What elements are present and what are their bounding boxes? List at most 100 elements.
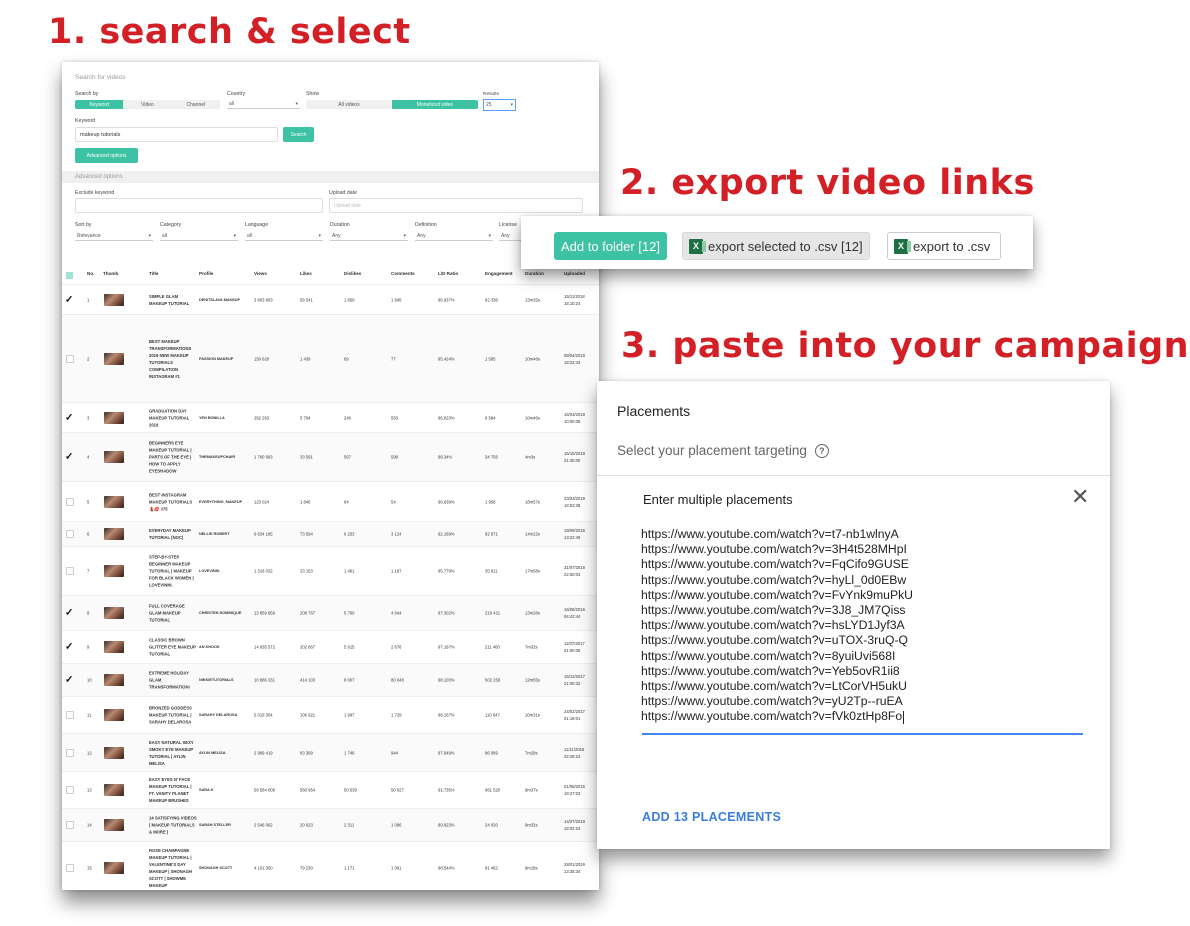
video-title[interactable]: CLASSIC BROWN GLITTER EYE MAKEUP TUTORIA…	[149, 637, 197, 658]
show-all-videos[interactable]: All videos	[306, 100, 392, 109]
col-likes[interactable]: Likes	[300, 271, 312, 276]
video-thumbnail[interactable]	[104, 862, 124, 874]
video-title[interactable]: SIMPLE GLAM MAKEUP TUTORIAL	[149, 293, 197, 307]
video-title[interactable]: BEGINNERS EYE MAKEUP TUTORIAL | PARTS OF…	[149, 440, 197, 475]
checkmark-icon[interactable]: ✓	[65, 294, 73, 305]
video-thumbnail[interactable]	[104, 819, 124, 831]
table-row[interactable]: 12 EASY NATURAL SEXY SMOKY EYE MAKEUP TUT…	[62, 734, 599, 772]
video-profile[interactable]: NELLIE ROBERT	[199, 532, 230, 536]
video-title[interactable]: GRADUATION DAY MAKEUP TUTORIAL 2019	[149, 407, 197, 428]
video-profile[interactable]: YEN BONILLA	[199, 416, 225, 420]
checkmark-icon[interactable]: ✓	[65, 412, 73, 423]
sort-by-select[interactable]: Relevance	[75, 232, 153, 241]
video-profile[interactable]: CHRISTEN DOMINIQUE	[199, 611, 241, 615]
video-profile[interactable]: PASSION MAKEUP	[199, 357, 233, 361]
video-title[interactable]: EASY NATURAL SEXY SMOKY EYE MAKEUP TUTOR…	[149, 739, 197, 767]
checkmark-icon[interactable]: ✓	[65, 642, 73, 653]
add-to-folder-button[interactable]: Add to folder [12]	[554, 232, 667, 260]
video-thumbnail[interactable]	[104, 746, 124, 759]
table-row[interactable]: 11 BRONZED GODDESS MAKEUP TUTORIAL | SARA…	[62, 697, 599, 734]
video-profile[interactable]: EVERYTHING_MAKEUP	[199, 500, 242, 504]
table-row[interactable]: ✓ 10 EXTREME HOLIDAY GLAM TRANSFORMATION! N…	[62, 664, 599, 697]
video-title[interactable]: STEP-BY-STEP BEGINNER MAKEUP TUTORIAL | …	[149, 554, 197, 589]
table-row[interactable]: ✓ 8 FULL COVERAGE GLAM MAKEUP TUTORIAL CHRI…	[62, 596, 599, 631]
video-title[interactable]: ROSE CHAMPAGNE MAKEUP TUTORIAL | VALENTI…	[149, 847, 197, 889]
duration-select[interactable]: Any	[330, 232, 408, 241]
row-checkbox[interactable]	[66, 864, 74, 872]
export-all-button[interactable]: X export to .csv	[887, 232, 1001, 260]
placements-textarea[interactable]: https://www.youtube.com/watch?v=t7-nb1wl…	[641, 527, 1081, 725]
checkmark-icon[interactable]: ✓	[65, 608, 73, 619]
video-title[interactable]: EASY EYES N' FACE MAKEUP TUTORIAL | FT. …	[149, 776, 197, 804]
video-title[interactable]: BRONZED GODDESS MAKEUP TUTORIAL | SARAHY…	[149, 705, 197, 726]
table-row[interactable]: ✓ 3 GRADUATION DAY MAKEUP TUTORIAL 2019 YEN…	[62, 403, 599, 433]
video-profile[interactable]: THEMAKEUPCHAIR	[199, 455, 235, 459]
col-profile[interactable]: Profile	[199, 271, 213, 276]
keyword-input[interactable]: makeup tutorials	[75, 127, 278, 142]
search-by-channel[interactable]: Channel	[172, 100, 220, 109]
row-checkbox[interactable]	[66, 786, 74, 794]
col-engagement[interactable]: Engagement	[485, 271, 513, 276]
show-monetized-video[interactable]: Monetized video	[392, 100, 478, 109]
language-select[interactable]: all	[245, 232, 323, 241]
col-duration[interactable]: Duration	[525, 271, 544, 276]
export-selected-button[interactable]: X export selected to .csv [12]	[682, 232, 870, 260]
video-thumbnail[interactable]	[104, 709, 124, 721]
row-checkbox[interactable]	[66, 530, 74, 538]
col-uploaded[interactable]: Uploaded	[564, 271, 585, 276]
table-row[interactable]: 5 BEST INSTAGRAM MAKEUP TUTORIALS 💄💋 #75 E…	[62, 482, 599, 522]
video-thumbnail[interactable]	[104, 528, 124, 540]
video-title[interactable]: EVERYDAY MAKEUP TUTORIAL (NOC)	[149, 527, 197, 541]
video-thumbnail[interactable]	[104, 293, 124, 306]
col-ld-ratio[interactable]: L/D Ratio	[438, 271, 458, 276]
col-views[interactable]: Views	[254, 271, 267, 276]
video-profile[interactable]: SARAH STELLER	[199, 823, 231, 827]
video-thumbnail[interactable]	[104, 641, 124, 653]
row-checkbox[interactable]	[66, 567, 74, 575]
close-icon[interactable]: ✕	[1071, 486, 1089, 508]
help-icon[interactable]: ?	[814, 443, 829, 458]
definition-select[interactable]: Any	[415, 232, 493, 241]
col-no[interactable]: No.	[87, 271, 94, 276]
video-title[interactable]: 14 SATISFYING VIDEOS ( MAKEUP TUTORIALS …	[149, 815, 197, 836]
video-thumbnail[interactable]	[104, 674, 124, 686]
col-thumb[interactable]: Thumb	[103, 271, 118, 276]
select-all-checkbox[interactable]	[66, 272, 73, 279]
table-row[interactable]: ✓ 9 CLASSIC BROWN GLITTER EYE MAKEUP TUTOR…	[62, 631, 599, 664]
table-row[interactable]: ✓ 4 BEGINNERS EYE MAKEUP TUTORIAL | PARTS …	[62, 433, 599, 482]
video-profile[interactable]: AYLIN MELISA	[199, 751, 225, 755]
col-comments[interactable]: Comments	[391, 271, 415, 276]
video-thumbnail[interactable]	[104, 411, 124, 424]
country-select[interactable]: all	[227, 100, 300, 109]
category-select[interactable]: all	[160, 232, 238, 241]
advanced-options-button[interactable]: Advanced options	[75, 148, 138, 163]
col-dislikes[interactable]: Dislikes	[344, 271, 361, 276]
add-placements-button[interactable]: ADD 13 PLACEMENTS	[642, 810, 781, 824]
video-profile[interactable]: SHONAGH SCOTT	[199, 866, 232, 870]
video-thumbnail[interactable]	[104, 352, 124, 365]
results-select[interactable]: 25	[483, 99, 516, 111]
video-thumbnail[interactable]	[104, 565, 124, 577]
video-title[interactable]: EXTREME HOLIDAY GLAM TRANSFORMATION!	[149, 670, 197, 691]
row-checkbox[interactable]	[66, 748, 74, 757]
table-row[interactable]: 13 EASY EYES N' FACE MAKEUP TUTORIAL | FT…	[62, 772, 599, 809]
row-checkbox[interactable]	[66, 354, 74, 363]
video-profile[interactable]: AN KNOOK	[199, 645, 220, 649]
search-by-video[interactable]: Video	[123, 100, 171, 109]
search-button[interactable]: Search	[283, 127, 314, 142]
video-thumbnail[interactable]	[104, 784, 124, 796]
video-profile[interactable]: NIKKIETUTORIALS	[199, 678, 234, 682]
checkmark-icon[interactable]: ✓	[65, 452, 73, 463]
checkmark-icon[interactable]: ✓	[65, 675, 73, 686]
table-row[interactable]: ✓ 1 SIMPLE GLAM MAKEUP TUTORIAL DENITSLAVA …	[62, 285, 599, 315]
video-title[interactable]: FULL COVERAGE GLAM MAKEUP TUTORIAL	[149, 603, 197, 624]
video-profile[interactable]: SARAHY DELAROSA	[199, 713, 237, 717]
video-title[interactable]: BEST MAKEUP TRANSFORMATIONS 2019 NEW MAK…	[149, 338, 197, 380]
row-checkbox[interactable]	[66, 497, 74, 506]
row-checkbox[interactable]	[66, 821, 74, 829]
video-profile[interactable]: LOVEVINNI_	[199, 569, 222, 573]
row-checkbox[interactable]	[66, 711, 74, 719]
exclude-keyword-input[interactable]	[75, 198, 323, 213]
col-title[interactable]: Title	[149, 271, 158, 276]
upload-date-input[interactable]: Upload date	[329, 198, 583, 213]
